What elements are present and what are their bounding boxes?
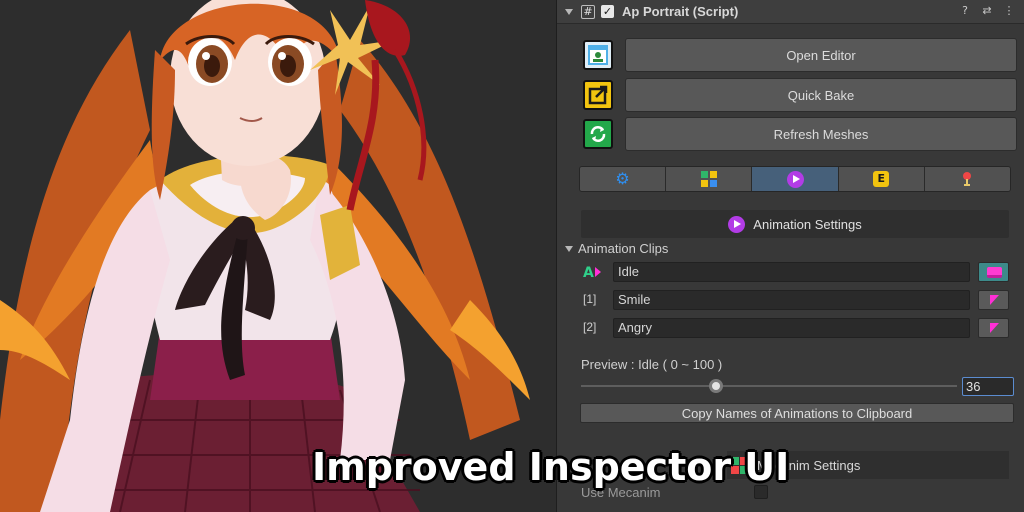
- tab-settings[interactable]: ⚙: [580, 167, 667, 191]
- caption-title: Improved Inspector UI: [312, 445, 790, 489]
- clip-name-field[interactable]: Angry: [613, 318, 970, 338]
- tab-events[interactable]: E: [838, 167, 925, 191]
- play-icon: [728, 215, 746, 233]
- inspector-panel: # ✓ Ap Portrait (Script) ? ⇄ ⋮ Open Edit…: [556, 0, 1024, 512]
- bone-icon: [959, 171, 975, 187]
- quick-bake-row: Quick Bake: [583, 78, 1017, 112]
- refresh-meshes-button[interactable]: Refresh Meshes: [625, 117, 1017, 151]
- list-item: [1] Smile: [583, 290, 1009, 310]
- gear-icon: ⚙: [615, 169, 630, 188]
- animation-settings-header: Animation Settings: [581, 210, 1009, 238]
- tab-controllers[interactable]: [666, 167, 753, 191]
- open-editor-button[interactable]: Open Editor: [625, 38, 1017, 72]
- event-icon: E: [873, 171, 890, 187]
- tab-animation[interactable]: [752, 167, 839, 191]
- preset-icon[interactable]: ⇄: [981, 5, 993, 17]
- list-item: [2] Angry: [583, 318, 1009, 338]
- open-editor-row: Open Editor: [583, 38, 1017, 72]
- bake-icon: [583, 80, 613, 110]
- animation-marker-icon: [990, 323, 999, 333]
- default-clip-icon: A: [583, 264, 603, 283]
- quick-bake-button[interactable]: Quick Bake: [625, 78, 1017, 112]
- play-icon: [786, 170, 804, 188]
- list-item: A Idle: [583, 262, 1009, 282]
- component-title: Ap Portrait (Script): [622, 4, 739, 19]
- svg-text:A: A: [583, 265, 594, 280]
- script-icon: #: [581, 4, 595, 19]
- set-default-clip-button[interactable]: [978, 262, 1009, 282]
- preview-slider-thumb[interactable]: [709, 379, 724, 393]
- preview-slider-track[interactable]: [581, 385, 957, 387]
- animation-settings-title: Animation Settings: [753, 216, 862, 232]
- set-default-clip-button[interactable]: [978, 290, 1009, 310]
- help-icon[interactable]: ?: [959, 5, 971, 17]
- clip-name-field[interactable]: Smile: [613, 290, 970, 310]
- refresh-icon: [583, 119, 613, 149]
- foldout-arrow-icon[interactable]: [565, 245, 573, 252]
- set-default-clip-button[interactable]: [978, 318, 1009, 338]
- component-enabled-checkbox[interactable]: ✓: [601, 5, 614, 18]
- clip-index: [2]: [583, 320, 597, 334]
- editor-icon: [583, 40, 613, 70]
- character-illustration: [0, 0, 556, 512]
- context-menu-icon[interactable]: ⋮: [1003, 5, 1015, 17]
- animation-clips-label: Animation Clips: [578, 241, 669, 256]
- preview-value-field[interactable]: 36: [962, 377, 1014, 396]
- refresh-meshes-row: Refresh Meshes: [583, 117, 1017, 151]
- controller-icon: [700, 171, 717, 187]
- component-header[interactable]: # ✓ Ap Portrait (Script) ? ⇄ ⋮: [557, 0, 1024, 24]
- animation-clips-foldout[interactable]: Animation Clips: [565, 241, 668, 256]
- clip-name-field[interactable]: Idle: [613, 262, 970, 282]
- default-clip-marker-icon: [987, 267, 1002, 278]
- foldout-arrow-icon[interactable]: [565, 8, 573, 15]
- animation-marker-icon: [990, 295, 999, 305]
- preview-label: Preview : Idle ( 0 ~ 100 ): [581, 357, 723, 372]
- inspector-tab-bar: ⚙ E: [579, 166, 1011, 192]
- clip-index: [1]: [583, 292, 597, 306]
- copy-animation-names-button[interactable]: Copy Names of Animations to Clipboard: [580, 403, 1014, 423]
- character-art: [0, 0, 530, 512]
- tab-bones[interactable]: [924, 167, 1010, 191]
